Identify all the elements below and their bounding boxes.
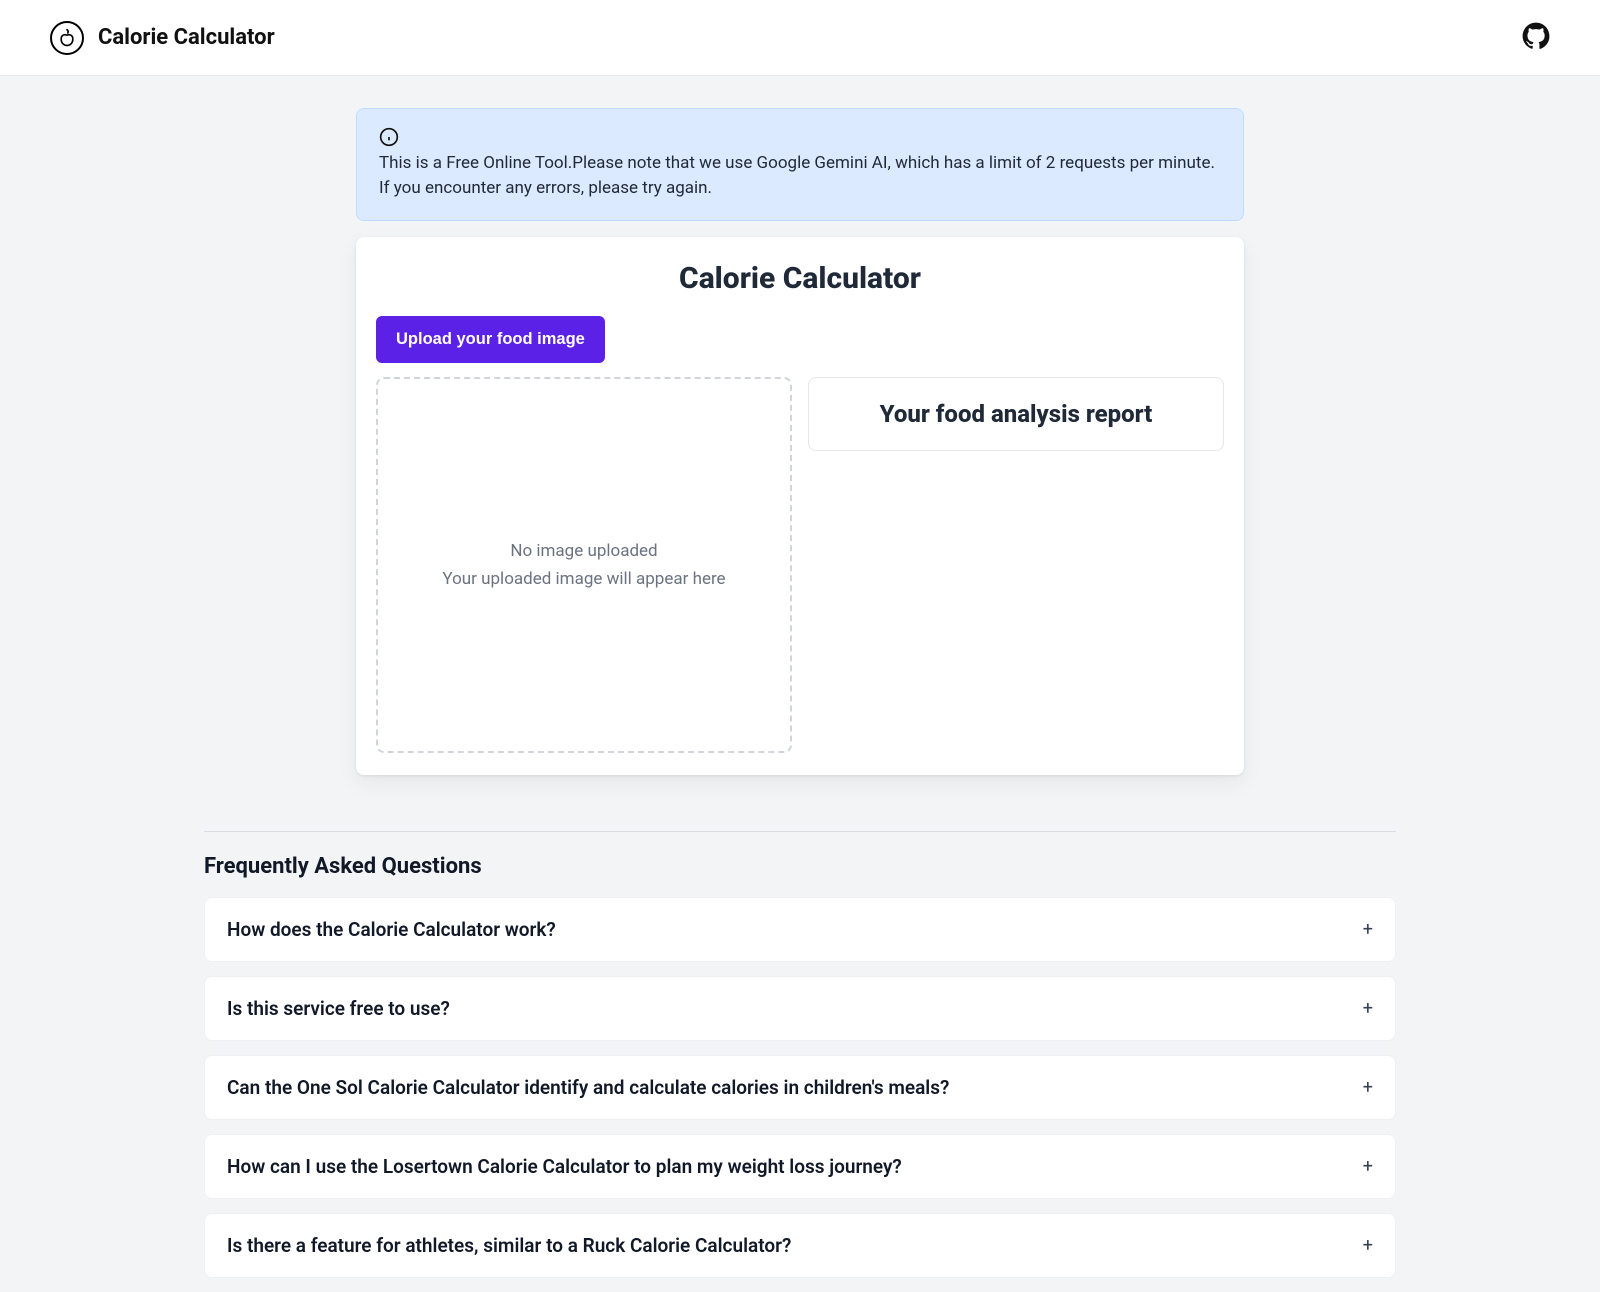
upload-button[interactable]: Upload your food image: [376, 316, 605, 363]
faq-question: How does the Calorie Calculator work?: [227, 918, 556, 941]
faq-section: Frequently Asked Questions How does the …: [204, 831, 1396, 1278]
logo-apple-icon: [50, 21, 84, 55]
calculator-card: Calorie Calculator Upload your food imag…: [356, 237, 1244, 775]
brand-title: Calorie Calculator: [98, 25, 275, 50]
info-icon: [379, 127, 399, 147]
faq-question: How can I use the Losertown Calorie Calc…: [227, 1155, 902, 1178]
card-title: Calorie Calculator: [376, 261, 1224, 296]
info-alert-text: This is a Free Online Tool.Please note t…: [379, 151, 1221, 200]
image-dropzone[interactable]: No image uploaded Your uploaded image wi…: [376, 377, 792, 753]
faq-item[interactable]: Is there a feature for athletes, similar…: [204, 1213, 1396, 1278]
faq-item[interactable]: How does the Calorie Calculator work? +: [204, 897, 1396, 962]
report-panel: Your food analysis report: [808, 377, 1224, 451]
plus-icon: +: [1363, 919, 1373, 940]
plus-icon: +: [1363, 1156, 1373, 1177]
faq-question: Is this service free to use?: [227, 997, 450, 1020]
faq-heading: Frequently Asked Questions: [204, 854, 1396, 879]
faq-item[interactable]: Is this service free to use? +: [204, 976, 1396, 1041]
info-alert: This is a Free Online Tool.Please note t…: [356, 108, 1244, 221]
site-header: Calorie Calculator: [0, 0, 1600, 76]
faq-item[interactable]: How can I use the Losertown Calorie Calc…: [204, 1134, 1396, 1199]
plus-icon: +: [1363, 1077, 1373, 1098]
faq-question: Is there a feature for athletes, similar…: [227, 1234, 791, 1257]
github-link[interactable]: [1522, 22, 1550, 54]
faq-item[interactable]: Can the One Sol Calorie Calculator ident…: [204, 1055, 1396, 1120]
faq-question: Can the One Sol Calorie Calculator ident…: [227, 1076, 949, 1099]
plus-icon: +: [1363, 1235, 1373, 1256]
dropzone-title: No image uploaded: [510, 541, 657, 561]
dropzone-subtitle: Your uploaded image will appear here: [442, 569, 725, 589]
report-title: Your food analysis report: [827, 400, 1205, 428]
plus-icon: +: [1363, 998, 1373, 1019]
header-left: Calorie Calculator: [50, 21, 275, 55]
github-icon: [1522, 22, 1550, 54]
